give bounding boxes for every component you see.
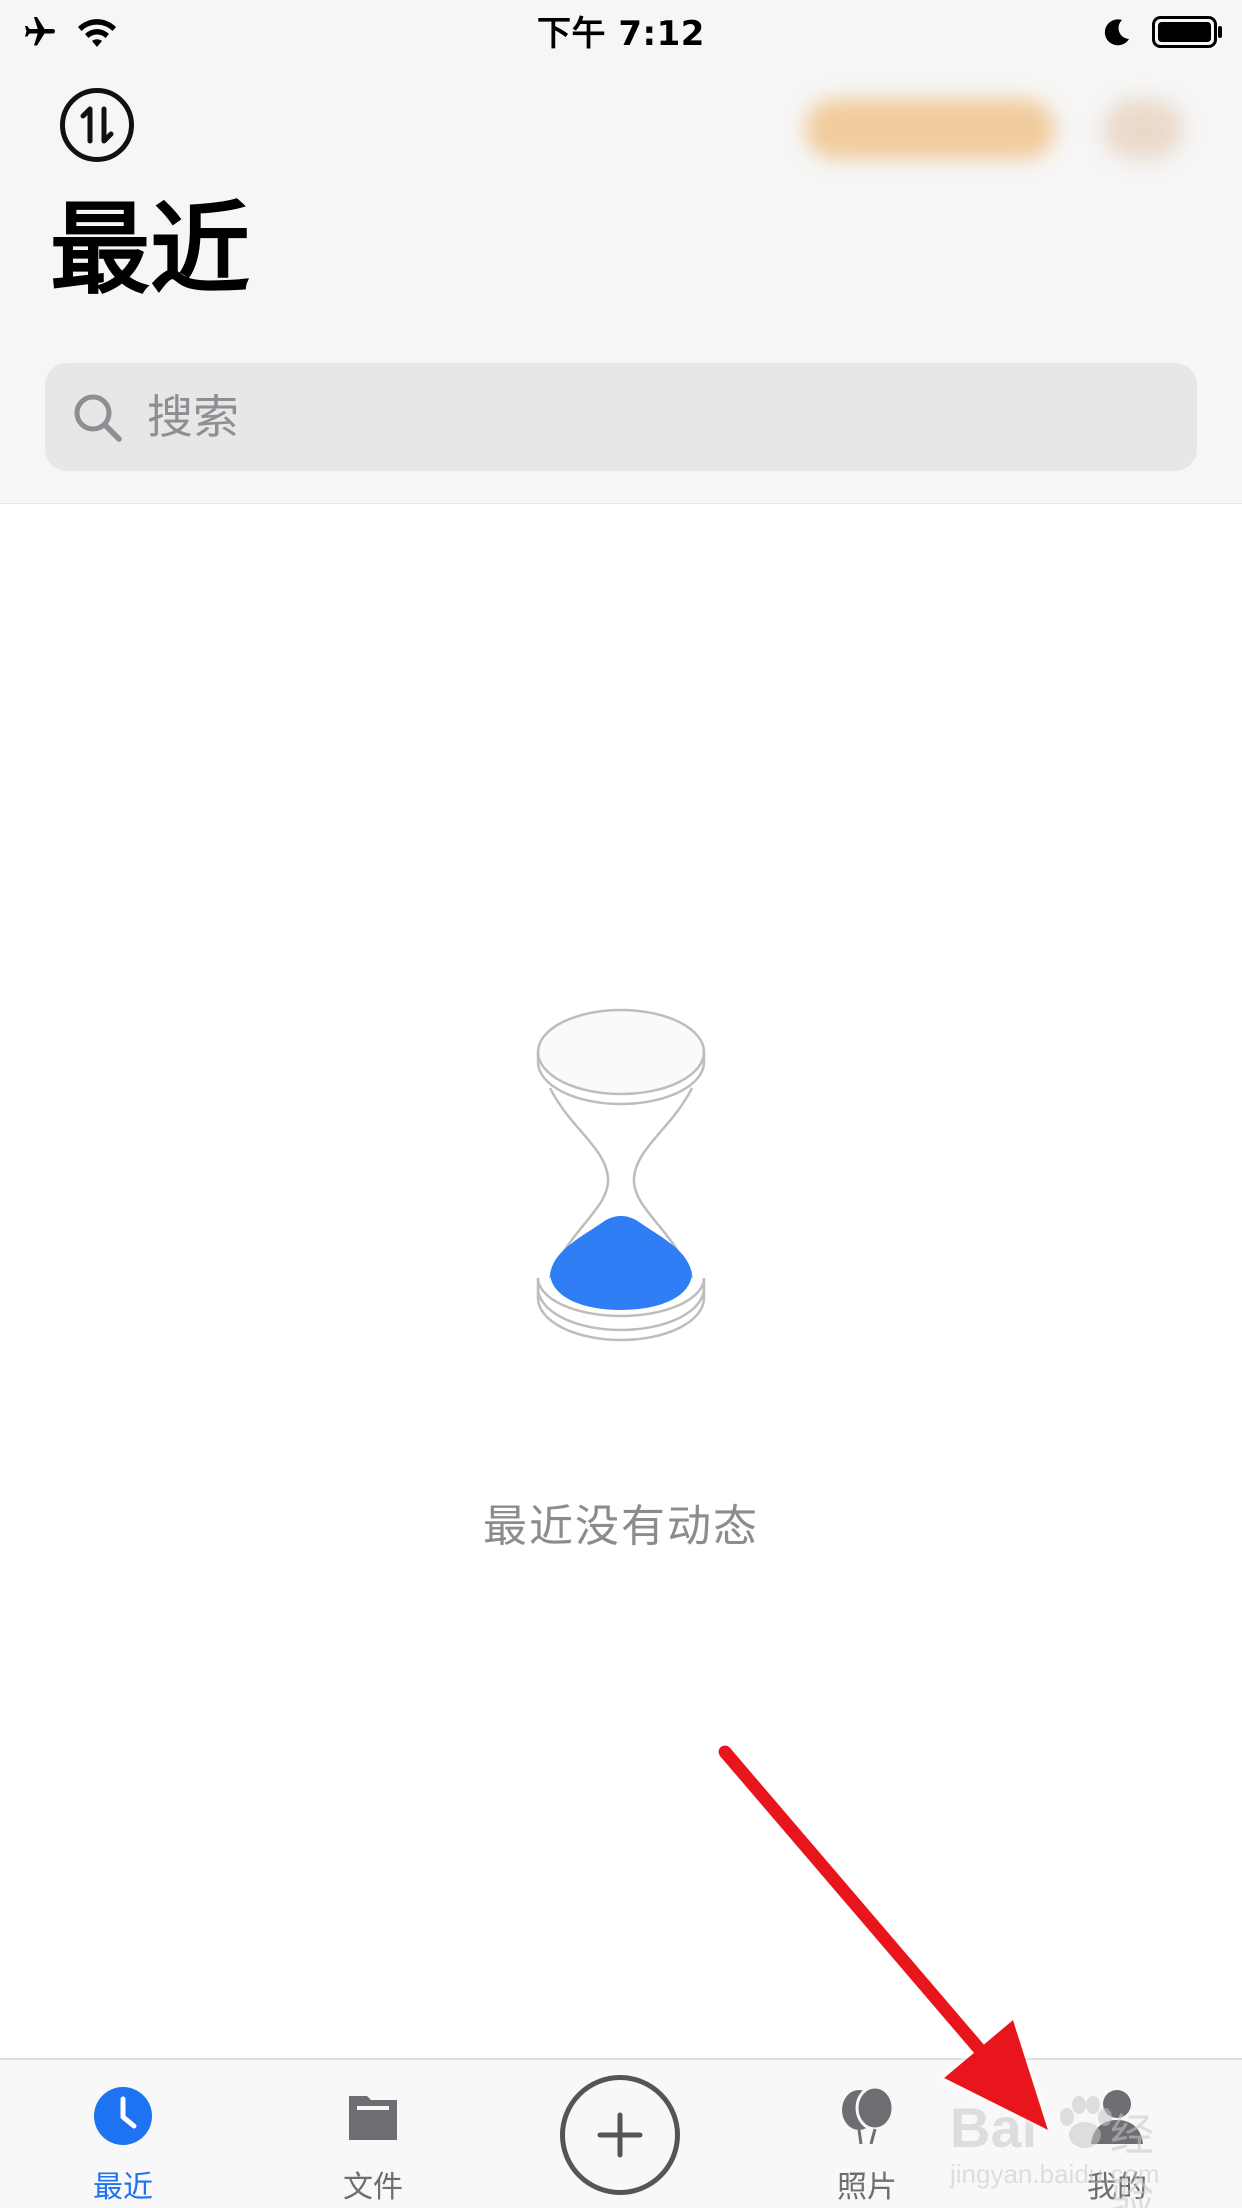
balloons-icon [842, 2086, 895, 2145]
watermark-suffix: 经验 [1110, 2111, 1154, 2208]
tab-photos[interactable]: 照片 [777, 2058, 957, 2208]
tab-recent-label: 最近 [93, 2170, 153, 2205]
status-bar: 下午 7:12 [0, 0, 1242, 62]
status-right-icons [1102, 12, 1224, 52]
watermark: Bai 经验 jingyan.baidu.com [950, 2095, 1190, 2208]
clock-icon [94, 2087, 152, 2145]
watermark-url: jingyan.baidu.com [950, 2159, 1160, 2189]
folder-icon [349, 2096, 397, 2140]
tab-photos-label: 照片 [837, 2170, 897, 2205]
empty-state-message: 最近没有动态 [483, 1501, 759, 1552]
transfer-arrows-icon [80, 106, 114, 144]
watermark-brand: Bai [950, 2096, 1038, 2159]
plus-circle-icon [597, 2112, 643, 2158]
search-input[interactable] [133, 363, 1173, 471]
tab-recent[interactable]: 最近 [33, 2058, 213, 2208]
search-bar[interactable] [45, 363, 1197, 471]
status-time: 下午 7:12 [537, 14, 705, 54]
hourglass-icon [536, 1008, 706, 1342]
app-screen: 下午 7:12 最近 搜索 最近没有动态 最近 文件 照片 我的 Bai 经验 … [0, 0, 1242, 2208]
tab-files[interactable]: 文件 [283, 2058, 463, 2208]
battery-icon [1152, 16, 1222, 48]
blurred-avatar[interactable] [1103, 99, 1183, 159]
transfer-button[interactable] [60, 88, 134, 162]
blurred-vip-badge[interactable] [805, 99, 1055, 159]
search-icon [74, 394, 122, 442]
tab-files-label: 文件 [343, 2170, 403, 2205]
add-button[interactable] [560, 2075, 680, 2195]
page-title: 最近 [50, 191, 250, 308]
moon-icon [1104, 19, 1129, 46]
